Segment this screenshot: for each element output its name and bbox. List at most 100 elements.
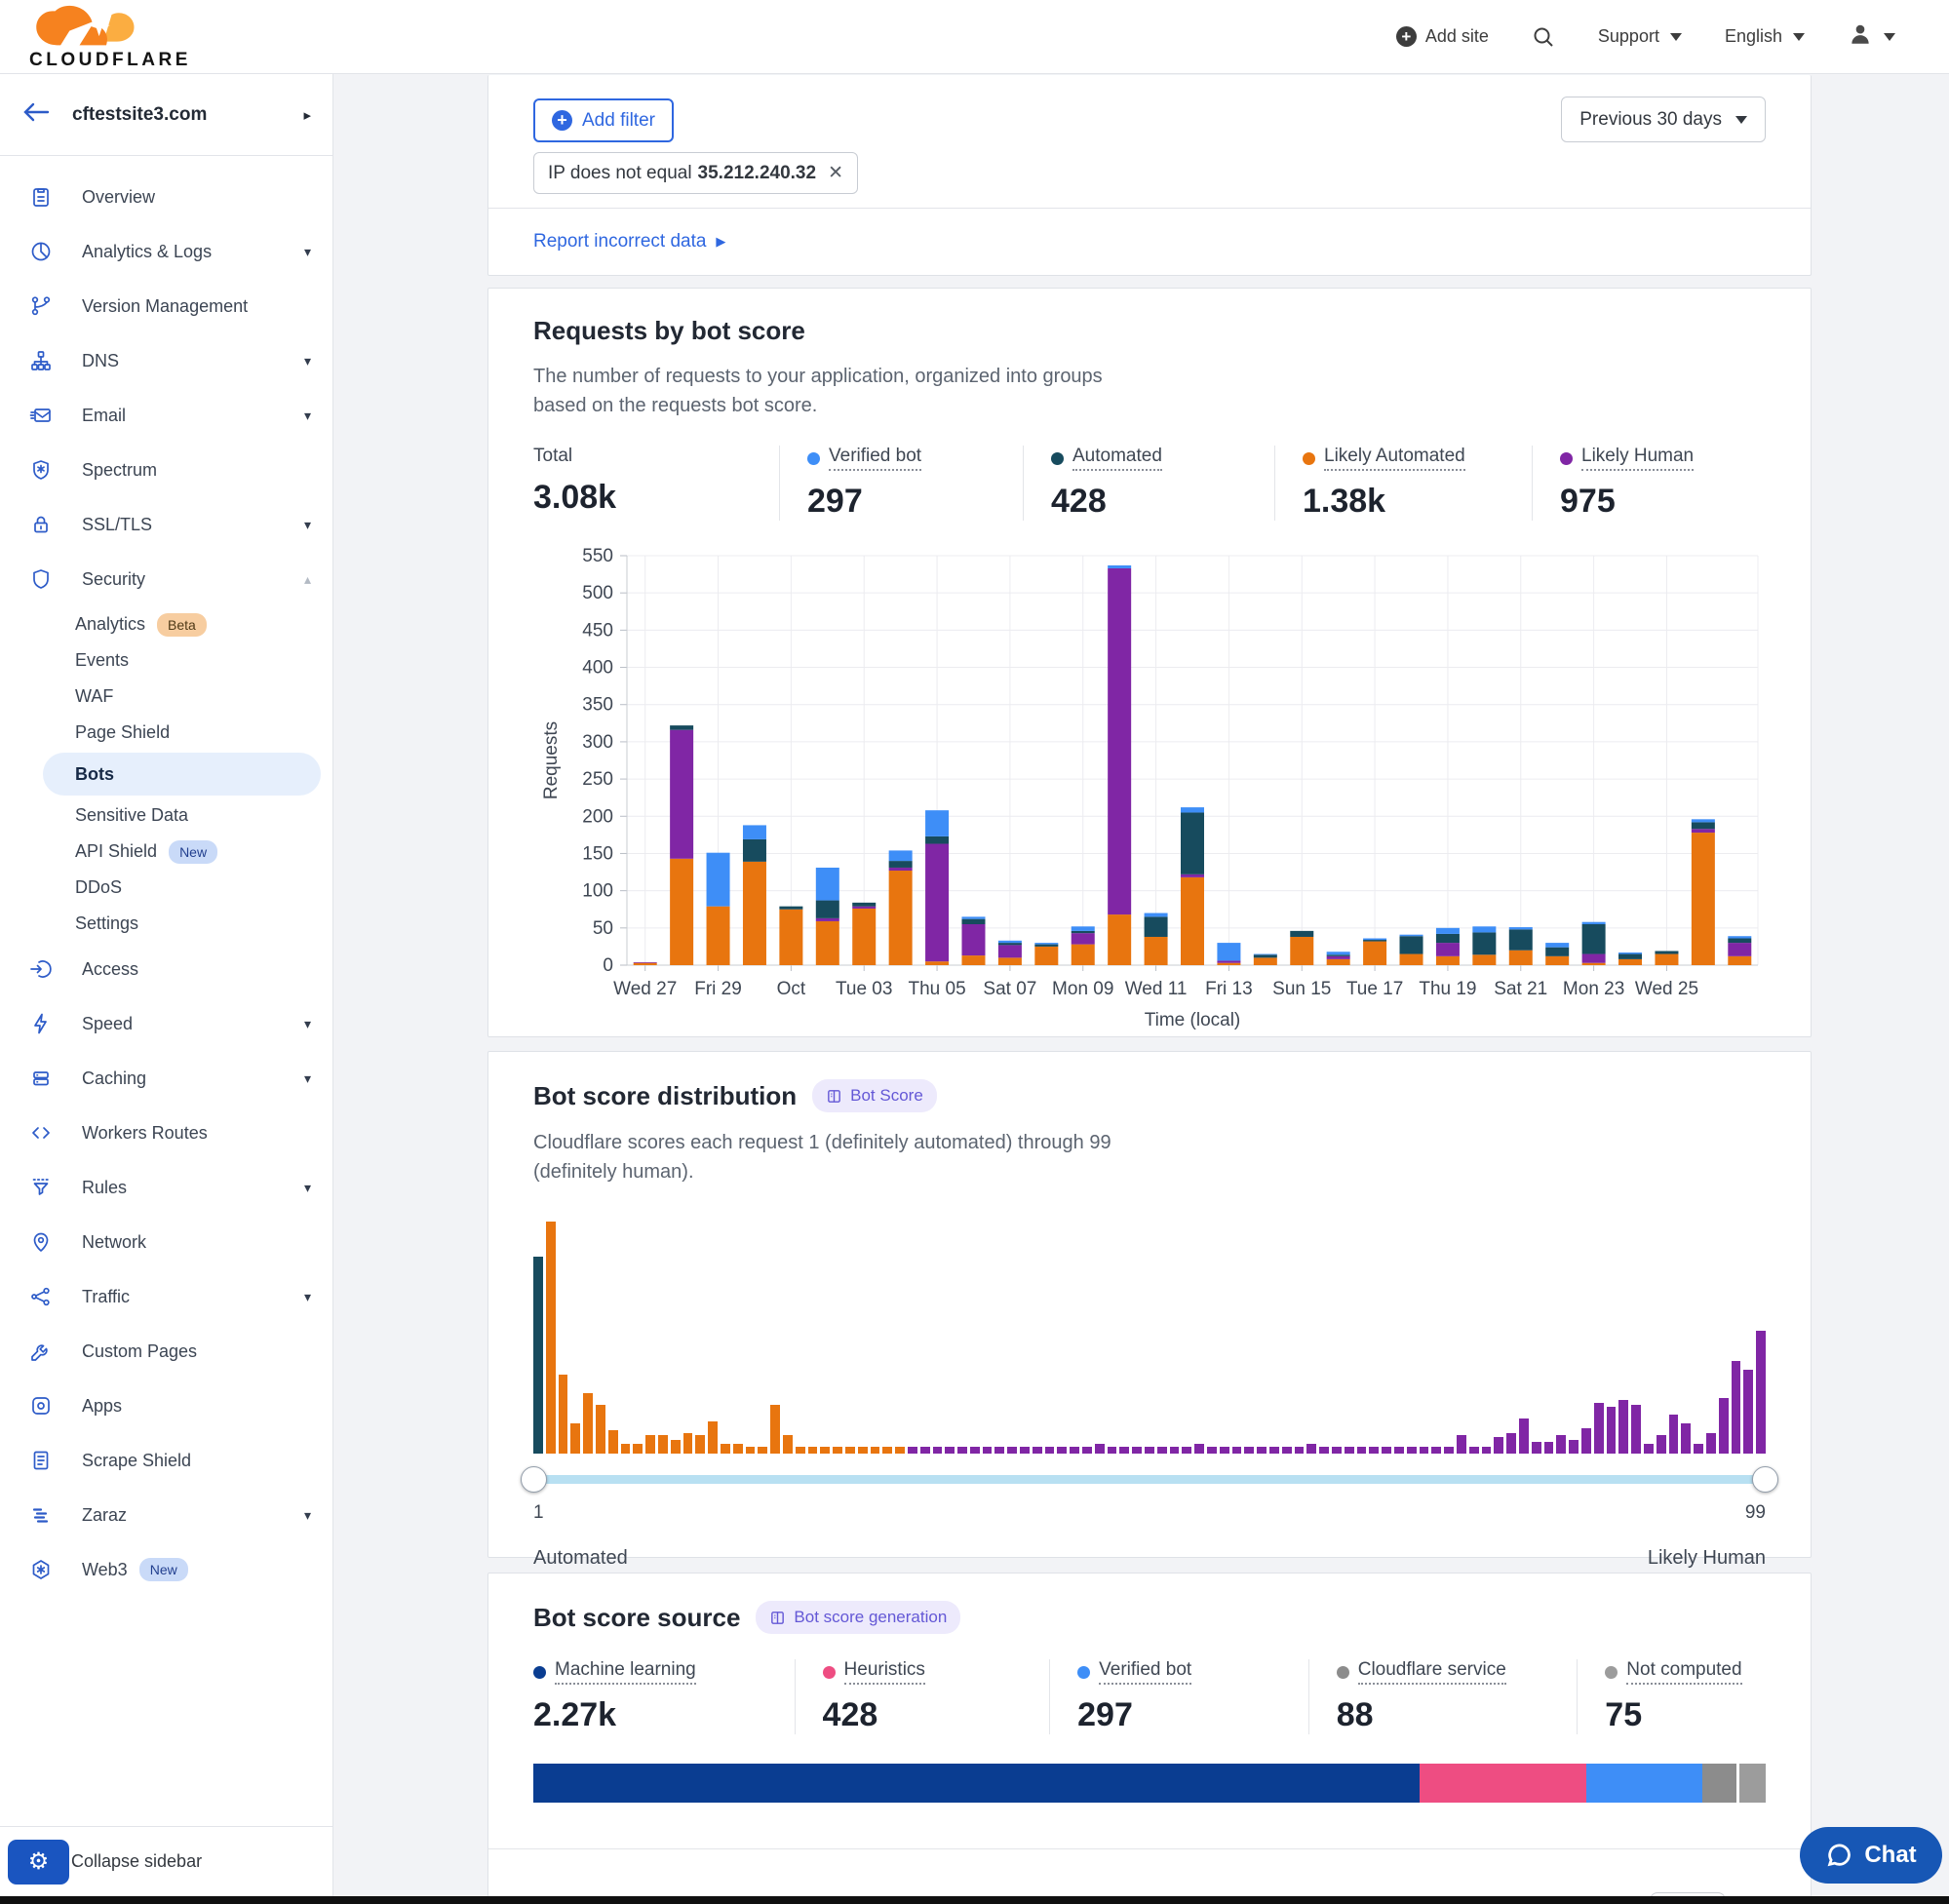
sidebar-item-apps[interactable]: Apps: [0, 1379, 332, 1433]
filter-value: 35.212.240.32: [698, 163, 817, 184]
sidebar-item-label: Analytics: [75, 614, 145, 635]
chat-bubble-icon: [1825, 1842, 1852, 1869]
sidebar-item-analytics-logs[interactable]: Analytics & Logs▾: [0, 224, 332, 279]
sidebar-item-ssl-tls[interactable]: SSL/TLS▾: [0, 497, 332, 552]
sidebar-item-rules[interactable]: Rules▾: [0, 1160, 332, 1215]
sidebar-item-sensitive-data[interactable]: Sensitive Data: [0, 797, 332, 834]
close-icon[interactable]: ✕: [828, 162, 843, 184]
sidebar-item-traffic[interactable]: Traffic▾: [0, 1269, 332, 1324]
report-incorrect-data-link[interactable]: Report incorrect data▶: [533, 231, 725, 253]
custom-pages-icon: [29, 1340, 53, 1363]
sidebar-item-spectrum[interactable]: Spectrum: [0, 443, 332, 497]
spectrum-icon: [29, 458, 53, 482]
bot-score-badge[interactable]: Bot Score: [812, 1079, 937, 1112]
sidebar-item-api-shield[interactable]: API ShieldNew: [0, 834, 332, 870]
sidebar-item-settings[interactable]: Settings: [0, 906, 332, 942]
filter-card: + Add filter IP does not equal 35.212.24…: [487, 75, 1812, 276]
svg-text:Wed 11: Wed 11: [1125, 979, 1188, 999]
histogram-bar: [970, 1447, 980, 1454]
bot-score-generation-badge[interactable]: Bot score generation: [756, 1601, 960, 1634]
sidebar-item-label: Spectrum: [82, 460, 157, 481]
histogram-bar: [920, 1447, 930, 1454]
svg-text:Wed 27: Wed 27: [613, 979, 677, 999]
source-segment-heuristics: [1420, 1764, 1586, 1803]
sidebar-item-caching[interactable]: Caching▾: [0, 1051, 332, 1106]
main-content: + Add filter IP does not equal 35.212.24…: [333, 74, 1949, 1904]
sidebar-item-label: Overview: [82, 187, 155, 208]
sidebar-item-scrape-shield[interactable]: Scrape Shield: [0, 1433, 332, 1488]
sidebar-item-page-shield[interactable]: Page Shield: [0, 715, 332, 751]
back-arrow-icon[interactable]: [21, 100, 51, 129]
stat-label: Likely Automated: [1324, 446, 1465, 471]
account-menu[interactable]: [1848, 21, 1895, 52]
scrape-shield-icon: [29, 1449, 53, 1472]
stat-not-computed: Not computed75: [1577, 1659, 1766, 1734]
chevron-down-icon: ▾: [304, 1507, 311, 1524]
svg-text:Wed 25: Wed 25: [1635, 979, 1698, 999]
sidebar-item-security[interactable]: Security▴: [0, 552, 332, 606]
histogram-bar: [1594, 1403, 1604, 1454]
histogram-bar: [1157, 1447, 1167, 1454]
histogram-bar: [945, 1447, 955, 1454]
histogram-bar: [871, 1447, 880, 1454]
svg-text:150: 150: [582, 843, 613, 864]
gear-icon[interactable]: ⚙: [8, 1840, 69, 1885]
section-divider: [488, 1848, 1811, 1849]
stat-value: 428: [823, 1696, 1027, 1734]
slider-track[interactable]: [533, 1475, 1766, 1484]
sidebar-item-web3[interactable]: Web3New: [0, 1542, 332, 1597]
slider-handle-min[interactable]: [521, 1466, 547, 1493]
chevron-down-icon: ▾: [304, 517, 311, 533]
slider-handle-max[interactable]: [1752, 1466, 1778, 1493]
overview-icon: [29, 185, 53, 209]
beta-badge: Beta: [157, 613, 207, 637]
sidebar-item-zaraz[interactable]: Zaraz▾: [0, 1488, 332, 1542]
date-range-dropdown[interactable]: Previous 30 days: [1561, 97, 1766, 142]
collapse-sidebar-button[interactable]: Collapse sidebar: [71, 1851, 202, 1872]
histogram-bar: [583, 1393, 593, 1454]
svg-text:Time (local): Time (local): [1145, 1010, 1241, 1030]
histogram-bar: [1207, 1447, 1217, 1454]
source-card-title: Bot score source: [533, 1603, 740, 1633]
language-menu[interactable]: English: [1725, 26, 1805, 47]
sidebar-item-workers-routes[interactable]: Workers Routes: [0, 1106, 332, 1160]
histogram-bar: [1420, 1447, 1429, 1454]
sidebar-item-label: Sensitive Data: [75, 805, 188, 826]
sidebar-item-custom-pages[interactable]: Custom Pages: [0, 1324, 332, 1379]
sidebar-item-dns[interactable]: DNS▾: [0, 333, 332, 388]
filter-chip[interactable]: IP does not equal 35.212.240.32 ✕: [533, 152, 858, 194]
sidebar-item-version-management[interactable]: Version Management: [0, 279, 332, 333]
docs-icon: [826, 1088, 842, 1105]
legend-dot: [1560, 452, 1573, 465]
sidebar-item-overview[interactable]: Overview: [0, 170, 332, 224]
histogram-bar: [1345, 1447, 1354, 1454]
chat-button[interactable]: Chat: [1800, 1827, 1942, 1884]
histogram-bar: [608, 1430, 618, 1454]
legend-dot: [1303, 452, 1315, 465]
sidebar-item-access[interactable]: Access: [0, 942, 332, 996]
support-menu[interactable]: Support: [1598, 26, 1682, 47]
histogram-bar: [933, 1447, 943, 1454]
search-icon[interactable]: [1532, 25, 1555, 49]
stat-value: 2.27k: [533, 1696, 771, 1734]
histogram-bar: [1719, 1398, 1729, 1454]
sidebar-item-speed[interactable]: Speed▾: [0, 996, 332, 1051]
cloudflare-logo[interactable]: CLOUDFLARE: [29, 4, 191, 69]
site-switcher-caret-icon[interactable]: ▸: [303, 106, 311, 124]
add-filter-button[interactable]: + Add filter: [533, 98, 674, 142]
sidebar-item-ddos[interactable]: DDoS: [0, 870, 332, 906]
sidebar-item-bots[interactable]: Bots: [43, 753, 321, 796]
requests-card-title: Requests by bot score: [533, 289, 1766, 346]
sidebar-item-analytics[interactable]: Analytics Beta: [0, 606, 332, 642]
sidebar-item-email[interactable]: Email▾: [0, 388, 332, 443]
sidebar-item-events[interactable]: Events: [0, 642, 332, 679]
svg-text:Sun 15: Sun 15: [1272, 979, 1331, 999]
sidebar-item-waf[interactable]: WAF: [0, 679, 332, 715]
add-site-button[interactable]: + Add site: [1396, 26, 1489, 47]
svg-text:Mon 09: Mon 09: [1052, 979, 1113, 999]
sidebar-item-network[interactable]: Network: [0, 1215, 332, 1269]
svg-text:Fri 29: Fri 29: [694, 979, 742, 999]
legend-dot: [1051, 452, 1064, 465]
svg-text:Tue 03: Tue 03: [836, 979, 892, 999]
chevron-down-icon: ▾: [304, 1016, 311, 1032]
